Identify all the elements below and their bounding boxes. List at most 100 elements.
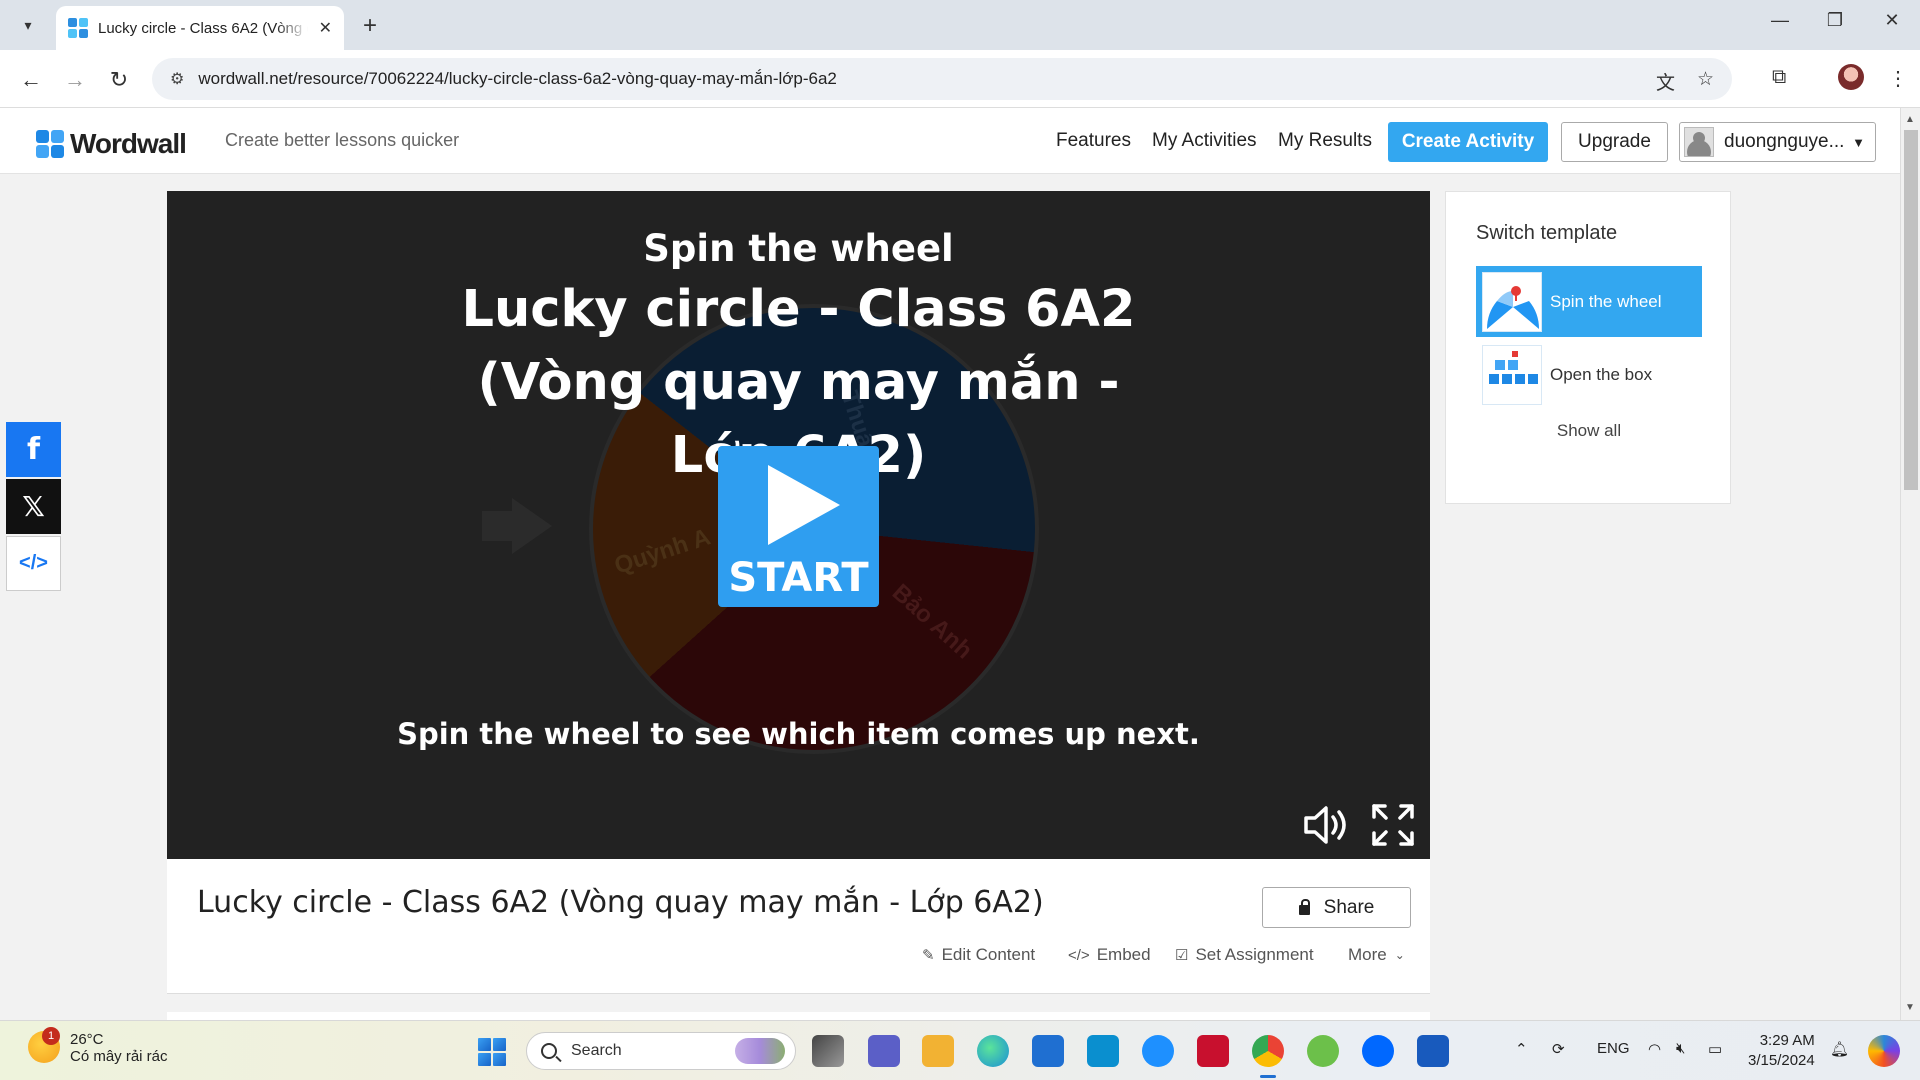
pencil-icon: ✎ — [922, 947, 935, 964]
teams-icon[interactable] — [868, 1035, 900, 1067]
system-clock[interactable]: 3:29 AM 3/15/2024 — [1748, 1031, 1815, 1071]
back-button[interactable]: ← — [16, 65, 46, 95]
checkbox-icon: ☑ — [1175, 947, 1189, 964]
logo-text: Wordwall — [70, 128, 187, 159]
reload-button[interactable]: ↻ — [104, 65, 134, 95]
embed-share-button[interactable]: </> — [6, 536, 61, 591]
volume-muted-icon[interactable]: 🔇︎ — [1676, 1040, 1685, 1057]
tab-title: Lucky circle - Class 6A2 (Vòng quay may … — [98, 19, 308, 37]
search-highlight-image — [735, 1038, 785, 1064]
template-label: Spin the wheel — [1550, 291, 1662, 311]
template-name: Spin the wheel — [643, 227, 954, 270]
address-bar[interactable]: ⚙ wordwall.net/resource/70062224/lucky-c… — [152, 58, 1732, 100]
switch-template-panel: Switch template Spin the wheel Open the … — [1445, 191, 1731, 504]
play-icon — [767, 465, 840, 545]
tagline: Create better lessons quicker — [225, 130, 460, 150]
sync-icon[interactable]: ⟳ — [1552, 1040, 1565, 1058]
embed-link[interactable]: </> Embed — [1068, 945, 1151, 965]
facebook-share-button[interactable]: f — [6, 422, 61, 477]
windows-start-icon[interactable] — [478, 1038, 506, 1066]
wifi-icon[interactable]: ◠ — [1648, 1040, 1661, 1058]
start-button[interactable]: START — [718, 446, 879, 607]
url-text[interactable]: wordwall.net/resource/70062224/lucky-cir… — [198, 69, 837, 89]
upgrade-button[interactable]: Upgrade — [1561, 122, 1668, 162]
tab-search-button[interactable]: ▾ — [10, 10, 46, 40]
wheel-template-icon — [1482, 271, 1542, 332]
tray-chevron-icon[interactable]: ⌃ — [1515, 1040, 1528, 1058]
wheel-segment-label: Bảo Anh — [886, 578, 978, 665]
edge-icon[interactable] — [977, 1035, 1009, 1067]
store-icon[interactable] — [1032, 1035, 1064, 1067]
user-menu[interactable]: duongnguye... ▼ — [1679, 122, 1876, 162]
share-button[interactable]: Share — [1262, 887, 1411, 928]
task-view-icon[interactable] — [812, 1035, 844, 1067]
code-icon: </> — [1068, 946, 1090, 964]
copilot-icon[interactable] — [1868, 1035, 1900, 1067]
wordwall-header: Wordwall Create better lessons quicker F… — [0, 108, 1900, 174]
wordwall-logo[interactable]: Wordwall — [36, 128, 187, 160]
speaker-icon[interactable] — [1302, 803, 1350, 847]
extensions-icon[interactable]: ⧉ — [1772, 66, 1786, 89]
minimize-button[interactable]: — — [1760, 10, 1800, 31]
site-info-icon[interactable]: ⚙ — [170, 69, 184, 89]
bookmark-star-icon[interactable]: ☆ — [1697, 68, 1714, 95]
forward-button[interactable]: → — [60, 65, 90, 95]
template-spin-the-wheel[interactable]: Spin the wheel — [1476, 266, 1702, 337]
clock-date: 3/15/2024 — [1748, 1052, 1815, 1069]
translate-icon[interactable]: 文 — [1656, 68, 1675, 95]
chrome-menu-icon[interactable]: ⋮ — [1888, 66, 1908, 91]
edit-content-label: Edit Content — [941, 945, 1036, 964]
user-avatar-icon — [1684, 127, 1714, 157]
switch-template-heading: Switch template — [1476, 222, 1618, 244]
word-icon[interactable] — [1417, 1035, 1449, 1067]
chevron-down-icon: ▼ — [1852, 134, 1865, 150]
windows-taskbar: 1 26°C Có mây rải rác Search ⌃ ⟳ ENG ◠ 🔇… — [0, 1020, 1920, 1080]
close-window-button[interactable]: ✕ — [1872, 10, 1912, 31]
taskbar-search[interactable]: Search — [526, 1032, 796, 1070]
edit-content-link[interactable]: ✎ Edit Content — [922, 945, 1035, 965]
chrome-icon[interactable] — [1252, 1035, 1284, 1078]
new-tab-button[interactable]: + — [356, 12, 384, 40]
wordwall-logo-icon — [36, 130, 64, 158]
browser-tab-strip: ▾ Lucky circle - Class 6A2 (Vòng quay ma… — [0, 0, 1920, 50]
browser-tab[interactable]: Lucky circle - Class 6A2 (Vòng quay may … — [56, 6, 344, 50]
mcafee-icon[interactable] — [1197, 1035, 1229, 1067]
nav-my-results[interactable]: My Results — [1278, 130, 1372, 152]
scroll-up-icon[interactable]: ▲ — [1905, 114, 1915, 125]
scrollbar-thumb[interactable] — [1904, 130, 1918, 490]
file-explorer-icon[interactable] — [922, 1035, 954, 1067]
language-indicator[interactable]: ENG — [1597, 1040, 1630, 1057]
page-scrollbar[interactable]: ▲ ▼ — [1900, 108, 1920, 1020]
help-icon[interactable] — [1142, 1035, 1174, 1067]
notification-bell-icon[interactable]: 🔔︎ — [1830, 1040, 1849, 1058]
nav-features[interactable]: Features — [1056, 130, 1131, 152]
zalo-icon[interactable] — [1362, 1035, 1394, 1067]
activity-title: Lucky circle - Class 6A2 (Vòng quay may … — [197, 885, 1044, 920]
lock-icon — [1298, 898, 1310, 915]
profile-avatar[interactable] — [1838, 64, 1864, 90]
more-menu[interactable]: More ⌄ — [1348, 945, 1405, 965]
x-share-button[interactable]: 𝕏 — [6, 479, 61, 534]
weather-widget[interactable]: 1 26°C Có mây rải rác — [28, 1027, 168, 1065]
restore-button[interactable]: ❐ — [1815, 10, 1855, 31]
show-all-templates-link[interactable]: Show all — [1446, 421, 1732, 441]
set-assignment-label: Set Assignment — [1195, 945, 1314, 964]
embed-label: Embed — [1096, 945, 1151, 964]
battery-icon[interactable]: ▭ — [1708, 1040, 1722, 1058]
fullscreen-icon[interactable] — [1371, 803, 1415, 847]
template-open-the-box[interactable]: Open the box — [1476, 339, 1702, 410]
nav-my-activities[interactable]: My Activities — [1152, 130, 1257, 152]
tab-close-icon[interactable]: ✕ — [319, 18, 332, 38]
create-activity-button[interactable]: Create Activity — [1388, 122, 1548, 162]
game-stage[interactable]: Thuận Bảo Anh Quỳnh A Spin the wheel Luc… — [167, 191, 1430, 859]
browser-toolbar: ← → ↻ ⚙ wordwall.net/resource/70062224/l… — [0, 50, 1920, 108]
search-placeholder: Search — [571, 1042, 622, 1059]
username: duongnguye... — [1724, 131, 1845, 152]
weather-temperature: 26°C — [70, 1031, 104, 1048]
app-icon[interactable] — [1307, 1035, 1339, 1067]
wheel-pointer-icon — [482, 511, 514, 541]
set-assignment-link[interactable]: ☑ Set Assignment — [1175, 945, 1314, 965]
scroll-down-icon[interactable]: ▼ — [1905, 1002, 1915, 1013]
notification-badge: 1 — [42, 1027, 60, 1045]
myhp-icon[interactable] — [1087, 1035, 1119, 1067]
